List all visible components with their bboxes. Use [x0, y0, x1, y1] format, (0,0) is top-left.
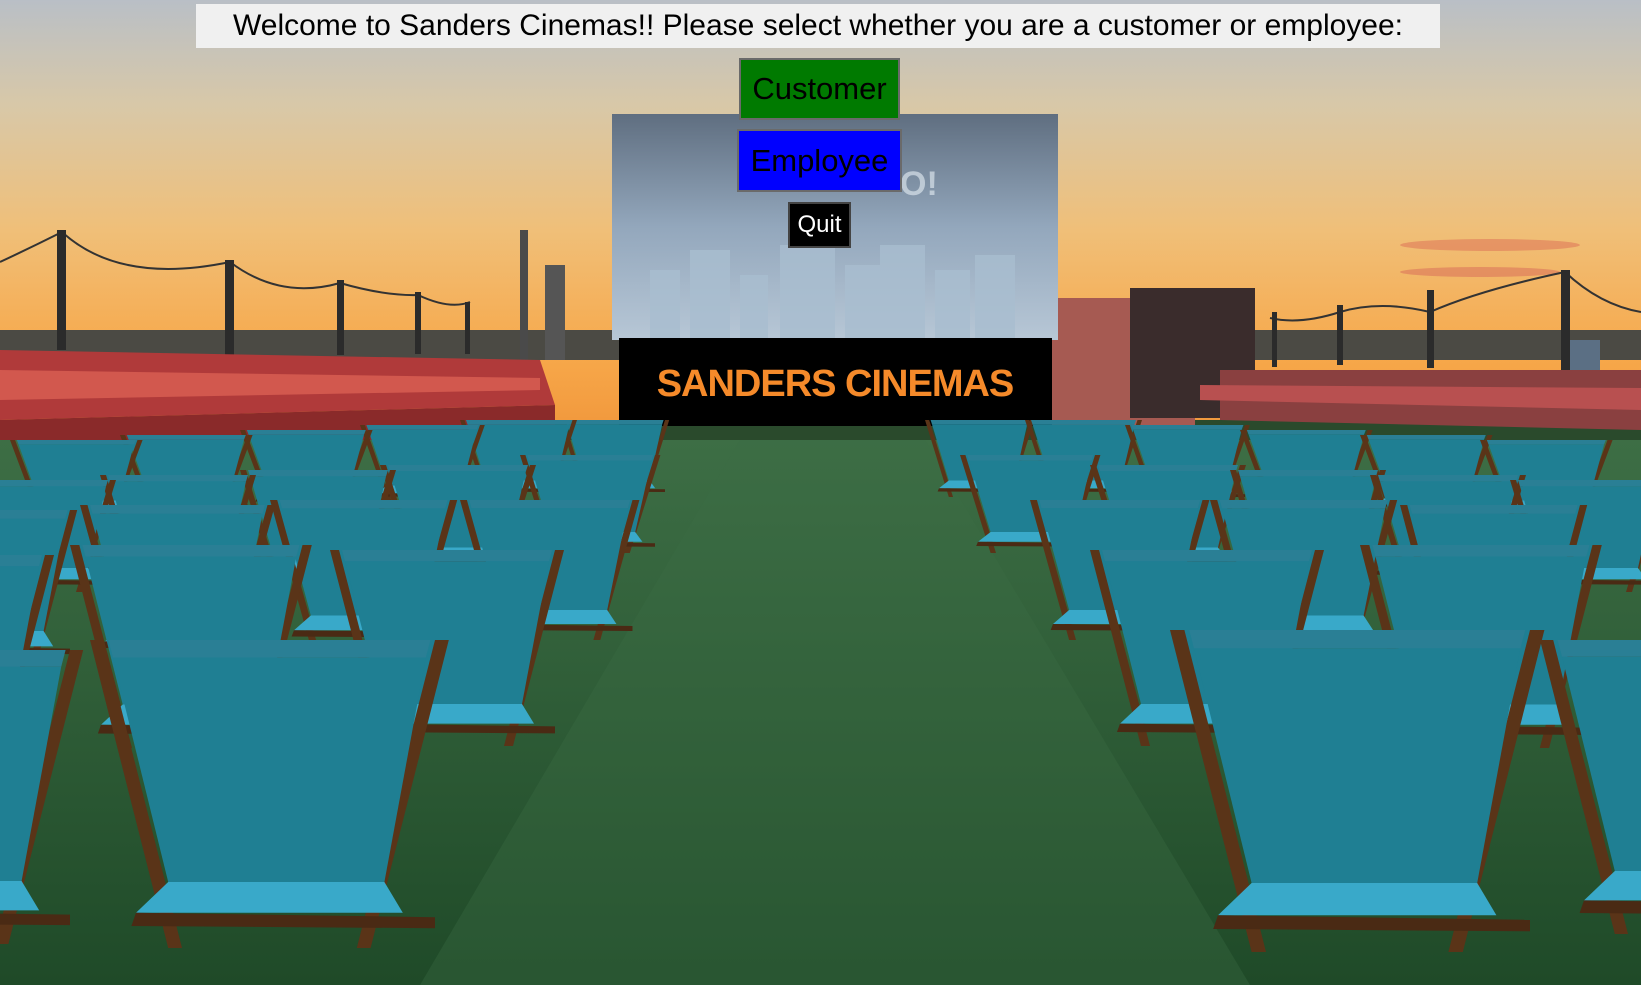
cinema-logo-text: SANDERS CINEMAS — [657, 363, 1014, 405]
svg-text:O!: O! — [900, 165, 938, 203]
employee-button[interactable]: Employee — [737, 129, 902, 192]
welcome-message: Welcome to Sanders Cinemas!! Please sele… — [196, 4, 1440, 48]
customer-button[interactable]: Customer — [739, 58, 900, 120]
quit-button[interactable]: Quit — [788, 202, 851, 248]
